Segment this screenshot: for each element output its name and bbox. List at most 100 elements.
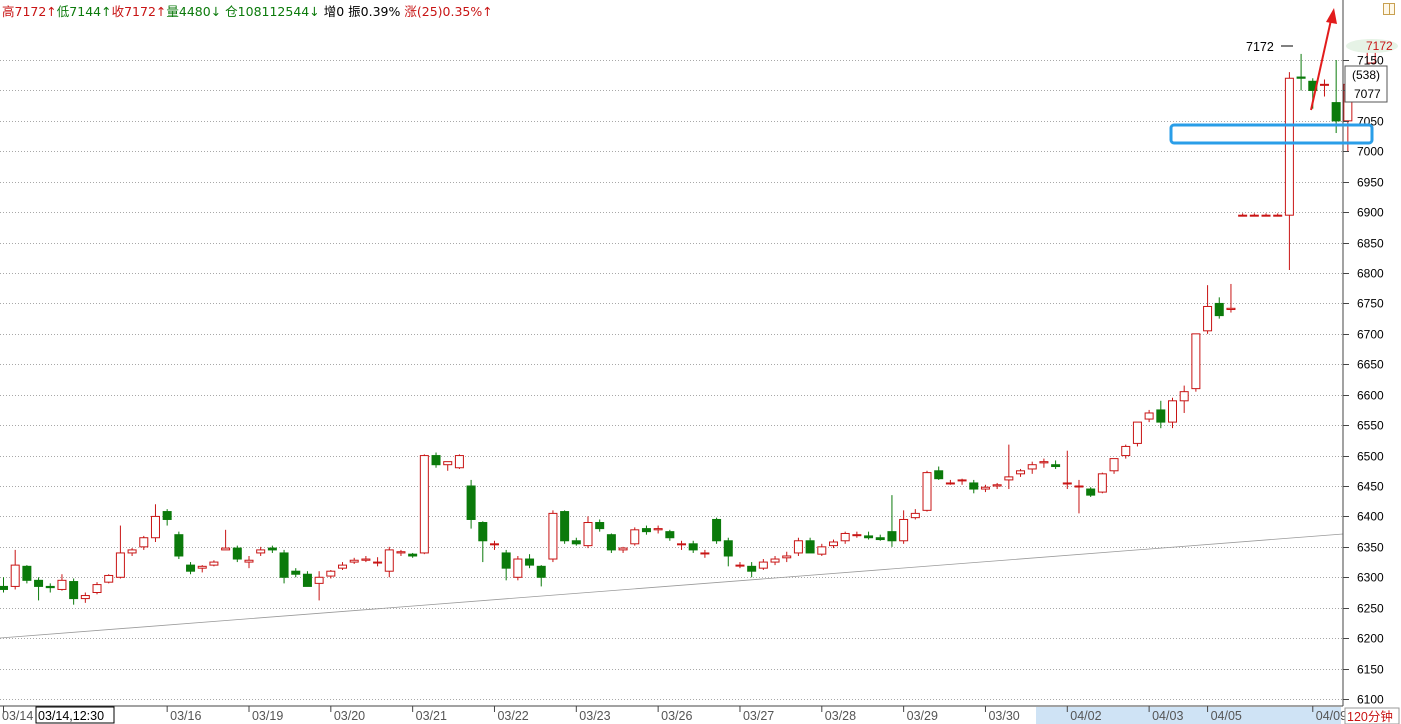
time-tick-label: 04/05 (1211, 709, 1242, 723)
time-tick-label: 03/28 (825, 709, 856, 723)
price-tick-label: 7000 (1357, 145, 1384, 159)
candle-up (782, 555, 792, 559)
candle-up (104, 574, 114, 583)
candle-down (1086, 488, 1096, 496)
candle-down (805, 540, 815, 554)
candle-down (232, 547, 242, 560)
time-tick-label: 03/26 (661, 709, 692, 723)
candle-up (653, 528, 663, 531)
candle-down (0, 585, 8, 590)
candle-up (1016, 470, 1026, 475)
price-tick-label: 6600 (1357, 389, 1384, 403)
candle-up (1319, 83, 1329, 86)
candle-up (1062, 482, 1072, 485)
candle-up (396, 551, 406, 554)
candle-up (922, 472, 932, 511)
candle-down (665, 531, 675, 539)
candle-down (595, 522, 605, 530)
candle-up (1179, 391, 1189, 402)
time-tick-label: 03/23 (579, 709, 610, 723)
candle-up (1109, 458, 1119, 472)
candle-up (10, 564, 20, 587)
candle-up (373, 561, 383, 564)
candle-down (267, 547, 277, 551)
candle-down (1214, 302, 1224, 317)
candle-up (770, 558, 780, 563)
candle-up (92, 584, 102, 593)
candle-down (408, 553, 418, 557)
candle-down (864, 535, 874, 539)
time-tick-label: 04/02 (1070, 709, 1101, 723)
candle-down (525, 558, 535, 566)
candle-up (817, 546, 827, 555)
candle-up (80, 595, 90, 600)
candle-down (1051, 464, 1061, 468)
candle-up (150, 515, 160, 539)
candle-up (115, 552, 125, 578)
candle-down (291, 570, 301, 575)
candle-down (174, 534, 184, 557)
candle-up (384, 549, 394, 572)
candle-up (256, 549, 266, 554)
candle-up (489, 543, 499, 546)
candle-up (1249, 214, 1259, 217)
candle-down (466, 485, 476, 520)
candle-up (221, 547, 231, 551)
candle-up (513, 558, 523, 578)
candle-up (1261, 214, 1271, 217)
candle-up (1284, 77, 1294, 216)
price-axis: 6100 6150 6200 6250 6300 6350 6400 6450 6500 6550… (1343, 54, 1384, 707)
candle-up (980, 486, 990, 490)
cursor-time-label: 03/14,12:30 (38, 709, 104, 723)
price-tick-label: 6800 (1357, 267, 1384, 281)
candle-down (934, 470, 944, 480)
candle-up (454, 455, 464, 469)
trend-arrow-line (1310, 19, 1332, 111)
candle-up (957, 479, 967, 482)
price-tick-label: 6450 (1357, 480, 1384, 494)
candle-up (1039, 461, 1049, 464)
candle-down (478, 522, 488, 542)
candle-up (326, 570, 336, 577)
candle-up (1191, 333, 1201, 390)
candle-up (1238, 214, 1248, 217)
candle-up (1004, 476, 1014, 481)
period-label: 120分钟 (1347, 709, 1393, 724)
price-tick-label: 7150 (1357, 54, 1384, 68)
candlestick-chart[interactable]: 6100 6150 6200 6250 6300 6350 6400 6450 6500 6550… (0, 0, 1401, 724)
candle-up (899, 518, 909, 542)
price-tick-label: 6950 (1357, 176, 1384, 190)
bar-count: (538) (1352, 68, 1380, 82)
candle-up (793, 540, 803, 554)
time-tick-label: 03/19 (252, 709, 283, 723)
time-tick-label: 03/14 (2, 709, 33, 723)
candle-down (186, 564, 196, 572)
price-tick-label: 6150 (1357, 663, 1384, 677)
candle-down (606, 534, 616, 551)
time-tick-label: 03/22 (497, 709, 528, 723)
candle-up (758, 561, 768, 569)
candle-up (443, 461, 453, 466)
candle-up (57, 579, 67, 590)
price-tick-label: 6500 (1357, 450, 1384, 464)
price-tick-label: 6300 (1357, 571, 1384, 585)
candle-down (69, 581, 79, 600)
candle-down (969, 482, 979, 490)
price-tick-label: 6700 (1357, 328, 1384, 342)
candle-down (45, 585, 55, 589)
candle-up (700, 552, 710, 555)
current-price-label: 7172 (1366, 39, 1393, 53)
candle-down (302, 573, 312, 587)
price-tick-label: 6250 (1357, 602, 1384, 616)
candle-up (828, 541, 838, 547)
price-tick-label: 6200 (1357, 632, 1384, 646)
price-tick-label: 6750 (1357, 297, 1384, 311)
candle-down (1296, 76, 1306, 79)
candle-up (548, 512, 558, 560)
price-tick-label: 6350 (1357, 541, 1384, 555)
time-tick-label: 04/09 (1316, 709, 1347, 723)
low-mark-label: 7077 (1354, 87, 1381, 101)
candle-up (1168, 400, 1177, 423)
candle-up (197, 565, 207, 569)
candle-down (501, 552, 511, 569)
